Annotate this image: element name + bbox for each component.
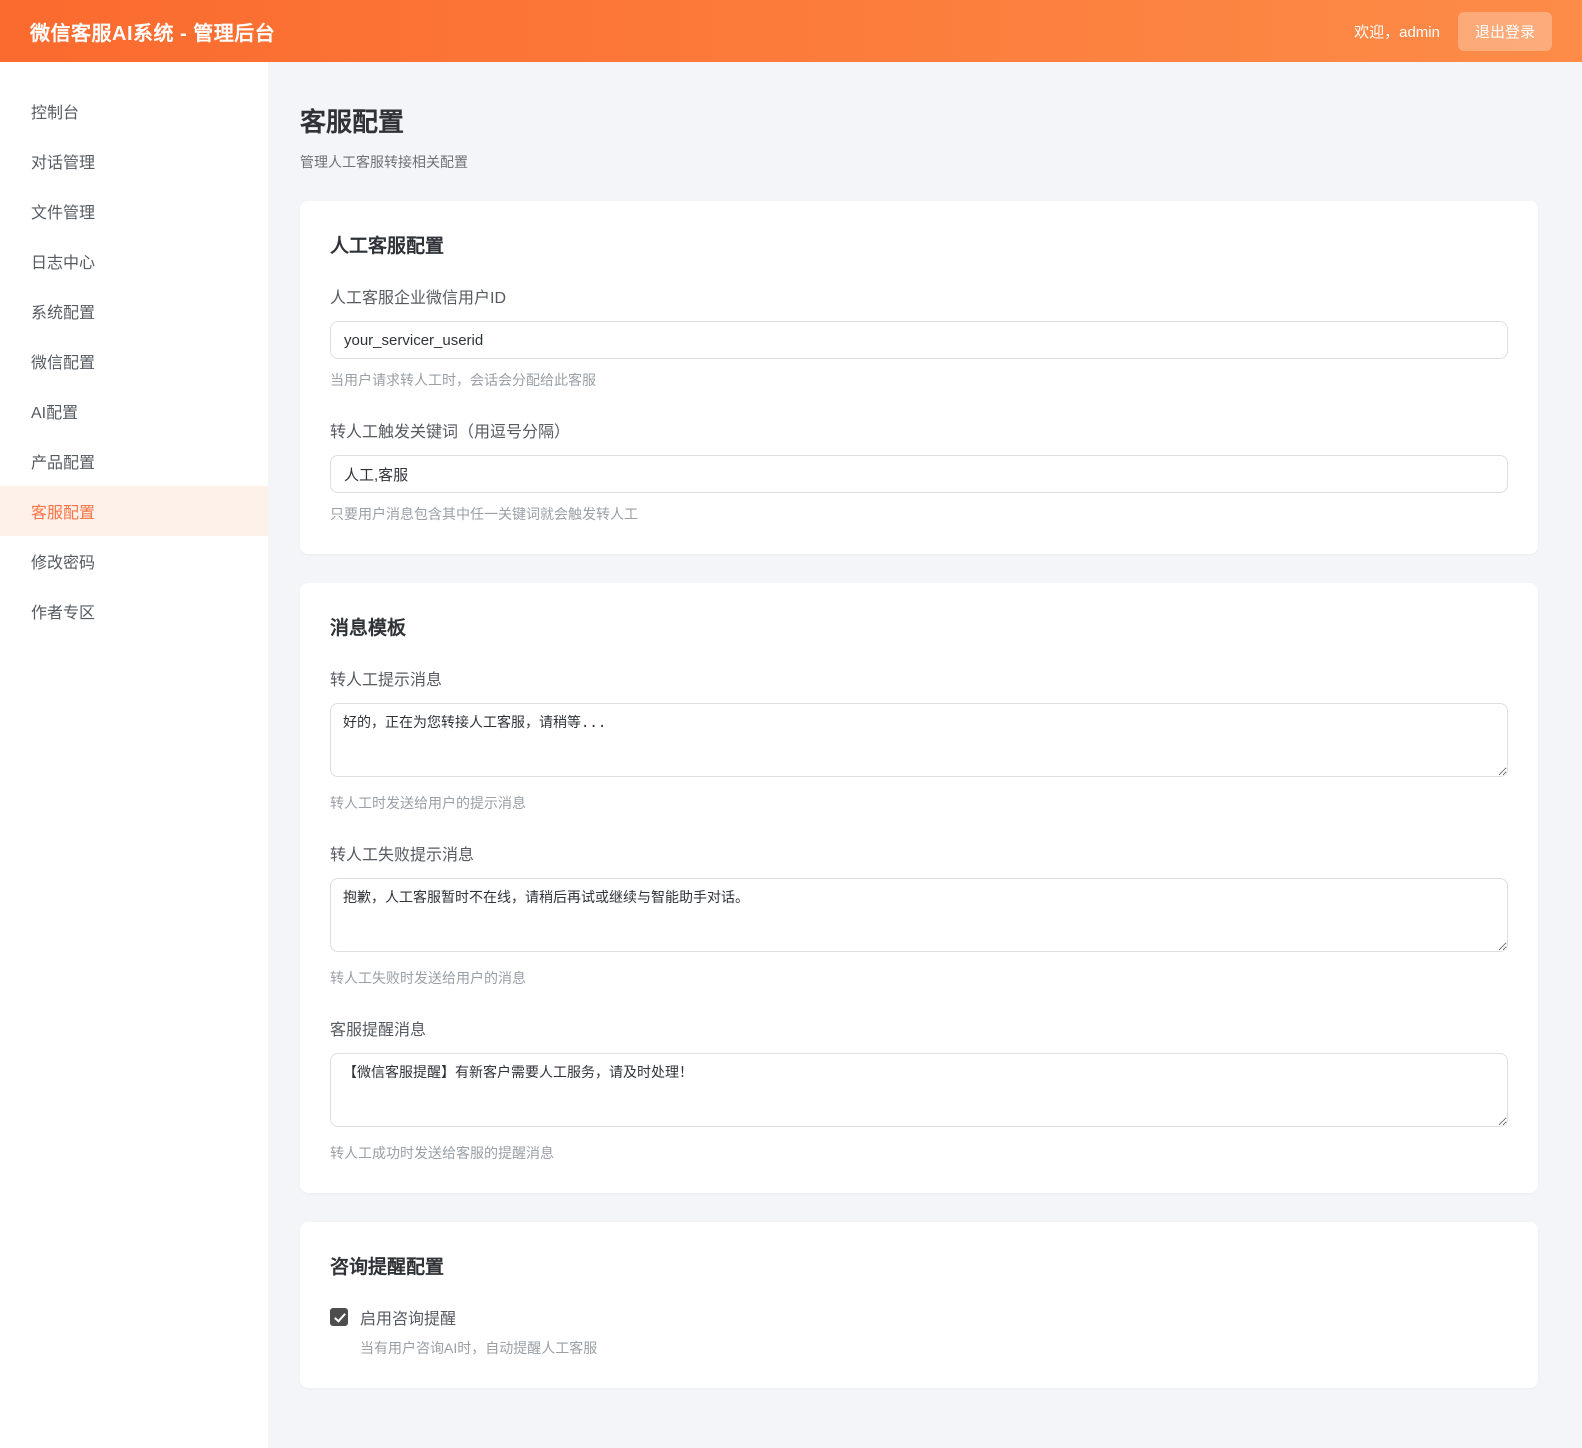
service-remind-textarea[interactable]: 【微信客服提醒】有新客户需要人工服务，请及时处理！ <box>330 1053 1508 1127</box>
top-bar: 微信客服AI系统 - 管理后台 欢迎，admin 退出登录 <box>0 0 1582 62</box>
main-content: 客服配置 管理人工客服转接相关配置 人工客服配置 人工客服企业微信用户ID 当用… <box>268 62 1582 1448</box>
service-remind-label: 客服提醒消息 <box>330 1016 1508 1040</box>
consult-notify-card: 咨询提醒配置 启用咨询提醒 当有用户咨询AI时，自动提醒人工客服 <box>300 1222 1538 1388</box>
notify-card-title: 咨询提醒配置 <box>330 1252 1508 1279</box>
sidebar-item-conversations[interactable]: 对话管理 <box>0 136 268 186</box>
page-subtitle: 管理人工客服转接相关配置 <box>300 152 1538 172</box>
sidebar-item-ai-config[interactable]: AI配置 <box>0 386 268 436</box>
servicer-userid-input[interactable] <box>330 321 1508 359</box>
transfer-keywords-field: 转人工触发关键词（用逗号分隔） 只要用户消息包含其中任一关键词就会触发转人工 <box>330 418 1508 524</box>
transfer-keywords-label: 转人工触发关键词（用逗号分隔） <box>330 418 1508 442</box>
enable-notify-field: 启用咨询提醒 当有用户咨询AI时，自动提醒人工客服 <box>330 1305 1508 1358</box>
templates-card-title: 消息模板 <box>330 613 1508 640</box>
sidebar-item-author-zone[interactable]: 作者专区 <box>0 586 268 636</box>
enable-notify-checkbox[interactable] <box>330 1308 348 1326</box>
servicer-userid-field: 人工客服企业微信用户ID 当用户请求转人工时，会话会分配给此客服 <box>330 284 1508 390</box>
servicer-config-card: 人工客服配置 人工客服企业微信用户ID 当用户请求转人工时，会话会分配给此客服 … <box>300 201 1538 554</box>
enable-notify-label[interactable]: 启用咨询提醒 <box>360 1305 456 1329</box>
transfer-keywords-input[interactable] <box>330 455 1508 493</box>
sidebar-item-files[interactable]: 文件管理 <box>0 186 268 236</box>
sidebar-item-system-config[interactable]: 系统配置 <box>0 286 268 336</box>
page-title: 客服配置 <box>300 102 1538 139</box>
welcome-text: 欢迎，admin <box>1354 21 1440 42</box>
servicer-userid-label: 人工客服企业微信用户ID <box>330 284 1508 308</box>
service-remind-field: 客服提醒消息 【微信客服提醒】有新客户需要人工服务，请及时处理！ 转人工成功时发… <box>330 1016 1508 1163</box>
sidebar-item-change-password[interactable]: 修改密码 <box>0 536 268 586</box>
message-templates-card: 消息模板 转人工提示消息 好的，正在为您转接人工客服，请稍等... 转人工时发送… <box>300 583 1538 1193</box>
enable-notify-help: 当有用户咨询AI时，自动提醒人工客服 <box>360 1338 1508 1358</box>
logout-button[interactable]: 退出登录 <box>1458 12 1552 51</box>
transfer-fail-field: 转人工失败提示消息 抱歉，人工客服暂时不在线，请稍后再试或继续与智能助手对话。 … <box>330 841 1508 988</box>
service-remind-help: 转人工成功时发送给客服的提醒消息 <box>330 1143 1508 1163</box>
transfer-prompt-help: 转人工时发送给用户的提示消息 <box>330 793 1508 813</box>
transfer-fail-label: 转人工失败提示消息 <box>330 841 1508 865</box>
sidebar-item-service-config[interactable]: 客服配置 <box>0 486 268 536</box>
top-bar-right: 欢迎，admin 退出登录 <box>1354 12 1552 51</box>
transfer-fail-textarea[interactable]: 抱歉，人工客服暂时不在线，请稍后再试或继续与智能助手对话。 <box>330 878 1508 952</box>
transfer-prompt-field: 转人工提示消息 好的，正在为您转接人工客服，请稍等... 转人工时发送给用户的提… <box>330 666 1508 813</box>
transfer-prompt-textarea[interactable]: 好的，正在为您转接人工客服，请稍等... <box>330 703 1508 777</box>
sidebar-item-wechat-config[interactable]: 微信配置 <box>0 336 268 386</box>
servicer-userid-help: 当用户请求转人工时，会话会分配给此客服 <box>330 370 1508 390</box>
sidebar: 控制台 对话管理 文件管理 日志中心 系统配置 微信配置 AI配置 产品配置 客… <box>0 62 268 1448</box>
transfer-prompt-label: 转人工提示消息 <box>330 666 1508 690</box>
sidebar-item-logs[interactable]: 日志中心 <box>0 236 268 286</box>
sidebar-item-dashboard[interactable]: 控制台 <box>0 86 268 136</box>
enable-notify-row: 启用咨询提醒 <box>330 1305 1508 1329</box>
servicer-card-title: 人工客服配置 <box>330 231 1508 258</box>
sidebar-item-product-config[interactable]: 产品配置 <box>0 436 268 486</box>
transfer-fail-help: 转人工失败时发送给用户的消息 <box>330 968 1508 988</box>
transfer-keywords-help: 只要用户消息包含其中任一关键词就会触发转人工 <box>330 504 1508 524</box>
app-title: 微信客服AI系统 - 管理后台 <box>30 17 275 46</box>
